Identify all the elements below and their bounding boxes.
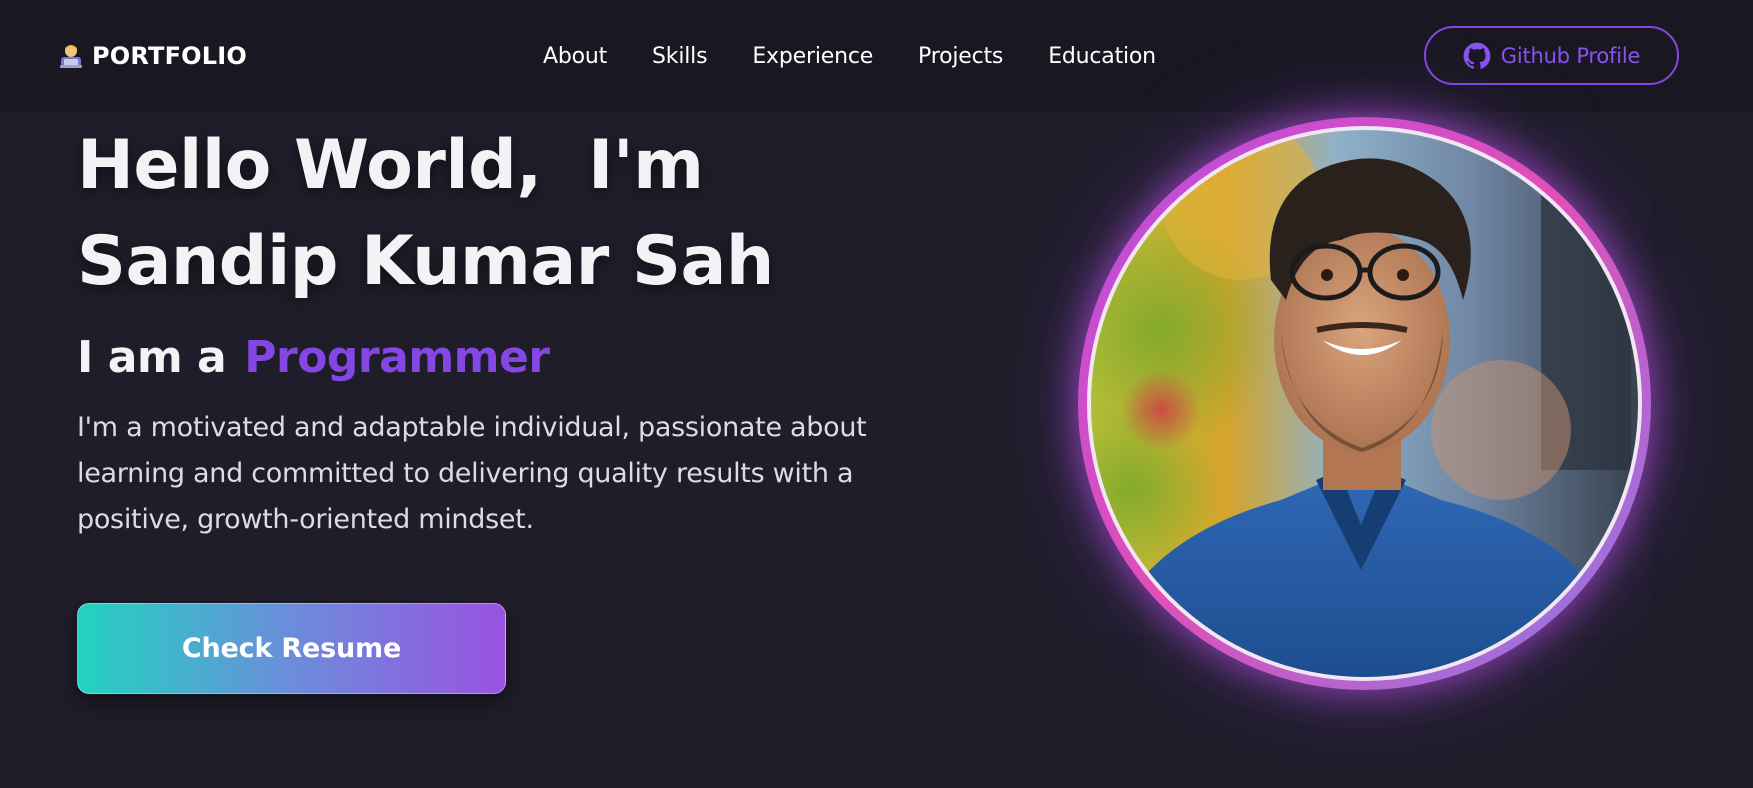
nav-link-about[interactable]: About [543,44,607,69]
navbar: PORTFOLIO About Skills Experience Projec… [0,0,1753,112]
brand-name: PORTFOLIO [92,42,247,70]
hero-name: Sandip Kumar Sah [77,222,774,301]
nav-link-education[interactable]: Education [1048,44,1156,69]
github-icon [1463,42,1491,69]
nav-link-experience[interactable]: Experience [752,44,873,69]
role-line: I am a Programmer [77,326,550,388]
hero-bio: I'm a motivated and adaptable individual… [77,412,867,535]
github-profile-label: Github Profile [1500,43,1641,68]
nav-link-projects[interactable]: Projects [918,44,1003,69]
nav-link-skills[interactable]: Skills [652,44,708,69]
role-prefix: I am a [77,331,227,383]
check-resume-button[interactable]: Check Resume [77,603,506,694]
github-profile-button[interactable]: Github Profile [1424,26,1679,85]
hero-greeting: Hello World, I'm [77,126,704,205]
profile-photo [1091,130,1638,677]
nav-menu: About Skills Experience Projects Educati… [543,40,1156,72]
role-typed-text: Programmer [244,331,550,383]
technologist-emoji-icon [60,45,82,68]
profile-portrait-image [1091,130,1638,677]
hero-heading: Hello World, I'm Sandip Kumar Sah [77,118,897,310]
brand-logo[interactable]: PORTFOLIO [58,40,247,72]
